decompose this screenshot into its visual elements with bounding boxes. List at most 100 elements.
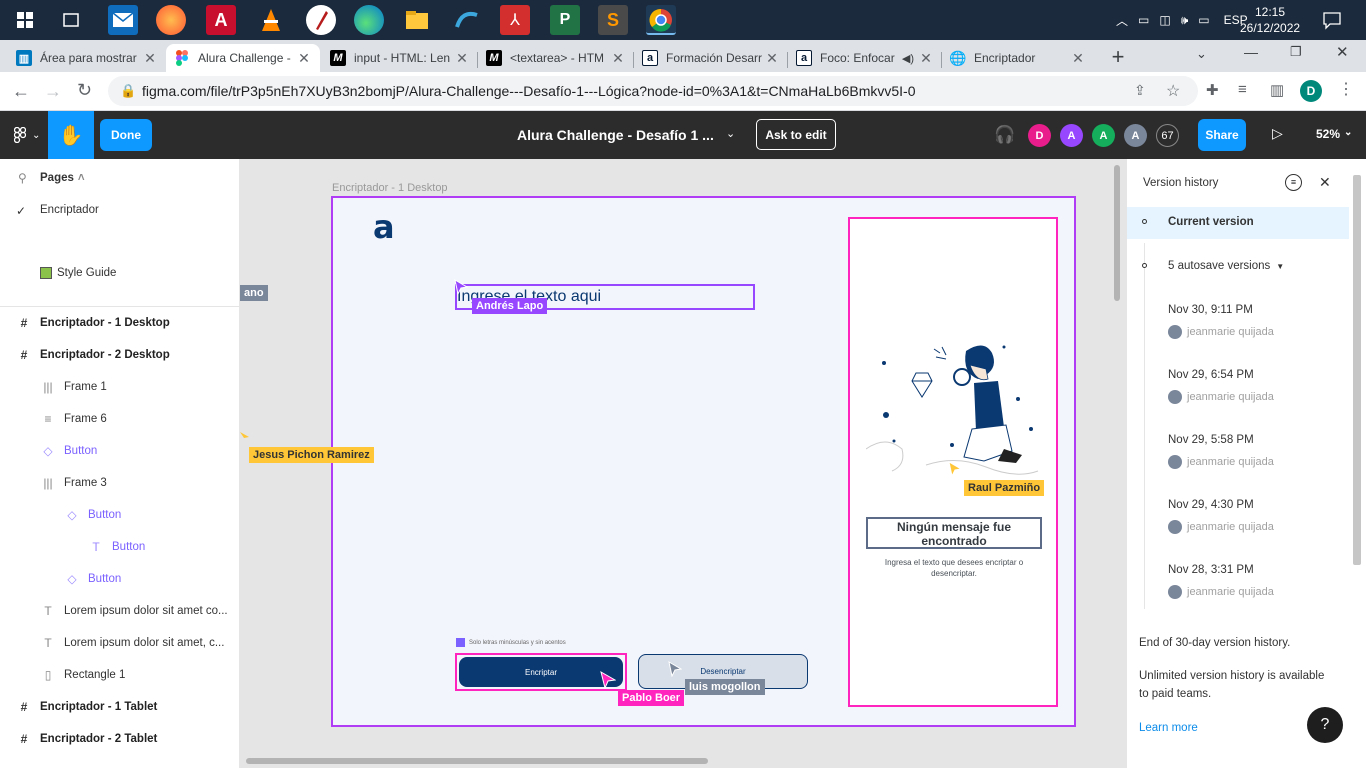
filter-icon[interactable]: ≡ — [1285, 174, 1302, 191]
close-tab-icon[interactable]: ✕ — [1070, 50, 1086, 67]
done-button[interactable]: Done — [100, 119, 152, 151]
lock-icon[interactable]: 🔒 — [120, 83, 136, 99]
tab-figma[interactable]: Alura Challenge - ✕ — [166, 44, 320, 72]
extensions-icon[interactable]: ✚ — [1206, 81, 1219, 99]
zoom-control[interactable]: 52% ⌄ — [1316, 127, 1352, 141]
back-icon[interactable]: ← — [12, 81, 30, 102]
chevron-up-icon[interactable]: ︿ — [1116, 12, 1128, 29]
close-window-icon[interactable]: ✕ — [1336, 43, 1349, 61]
vertical-scrollbar[interactable] — [1114, 165, 1120, 301]
layer-item[interactable]: ◇ Button — [0, 499, 240, 531]
search-icon[interactable]: ⚲ — [18, 171, 27, 185]
file-explorer-icon[interactable] — [402, 5, 432, 35]
media-queue-icon[interactable]: ≡ — [1238, 81, 1247, 98]
autosave-toggle[interactable]: 5 autosave versions ▼ — [1168, 260, 1284, 274]
reload-icon[interactable]: ↻ — [77, 80, 92, 101]
version-item[interactable]: Nov 29, 5:58 PM jeanmarie quijada — [1168, 434, 1274, 469]
collaborator-avatar[interactable]: A — [1124, 124, 1147, 147]
frame-label[interactable]: Encriptador - 1 Desktop — [332, 182, 448, 194]
volume-icon[interactable]: 🕪 — [1181, 13, 1189, 28]
notifications-icon[interactable] — [1322, 10, 1342, 30]
pages-header[interactable]: Pages ˄ — [40, 172, 85, 184]
layer-item[interactable]: T Lorem ipsum dolor sit amet, c... — [0, 627, 240, 659]
version-item[interactable]: Nov 28, 3:31 PM jeanmarie quijada — [1168, 564, 1274, 599]
tab-mdn-textarea[interactable]: M <textarea> - HTM ✕ — [478, 44, 634, 72]
share-button[interactable]: Share — [1198, 119, 1246, 151]
network-icon[interactable]: ▭ — [1138, 13, 1149, 27]
tab-alura-foco[interactable]: a Foco: Enfocar ◀) ✕ — [788, 44, 942, 72]
mail-icon[interactable] — [108, 5, 138, 35]
layer-item[interactable]: # Encriptador - 1 Tablet — [0, 691, 240, 723]
side-panel-icon[interactable]: ▥ — [1270, 81, 1284, 99]
close-tab-icon[interactable]: ✕ — [610, 50, 626, 67]
collaborator-avatar[interactable]: A — [1060, 124, 1083, 147]
layer-item[interactable]: # Encriptador - 2 Desktop — [0, 339, 240, 371]
meeting-icon[interactable]: ◫ — [1159, 13, 1170, 27]
collaborator-avatar[interactable]: D — [1028, 124, 1051, 147]
minimize-icon[interactable]: — — [1244, 44, 1258, 60]
bookmark-star-icon[interactable]: ☆ — [1166, 81, 1180, 101]
close-tab-icon[interactable]: ✕ — [764, 50, 780, 67]
restore-icon[interactable]: ❐ — [1290, 44, 1302, 60]
version-item[interactable]: Nov 29, 4:30 PM jeanmarie quijada — [1168, 499, 1274, 534]
close-icon[interactable]: ✕ — [1319, 174, 1331, 191]
chevron-down-icon[interactable]: ⌄ — [726, 127, 735, 140]
version-item[interactable]: Nov 30, 9:11 PM jeanmarie quijada — [1168, 304, 1274, 339]
access-icon[interactable]: A — [206, 5, 236, 35]
tab-trello[interactable]: ▥ Área para mostrar ✕ — [8, 44, 166, 72]
tab-encriptador[interactable]: 🌐 Encriptador ✕ — [942, 44, 1094, 72]
help-button[interactable]: ? — [1307, 707, 1343, 743]
collaborator-avatar[interactable]: A — [1092, 124, 1115, 147]
close-tab-icon[interactable]: ✕ — [142, 50, 158, 67]
acrobat-icon[interactable]: ⅄ — [500, 5, 530, 35]
layer-item[interactable]: # Encriptador - 1 Desktop — [0, 307, 240, 339]
figma-canvas[interactable]: Encriptador - 1 Desktop a Ingrese el tex… — [240, 159, 1126, 768]
viewer-count[interactable]: 67 — [1156, 124, 1179, 147]
encrypt-button[interactable]: Encriptar — [459, 657, 623, 687]
layer-item[interactable]: ||| Frame 1 — [0, 371, 240, 403]
project-icon[interactable]: P — [550, 5, 580, 35]
page-item-style-guide[interactable]: Style Guide — [40, 267, 116, 279]
layer-item[interactable]: ◇ Button — [0, 435, 240, 467]
main-menu-button[interactable]: ⌄ — [14, 127, 40, 143]
chrome-icon[interactable] — [646, 5, 676, 35]
app-swirl-icon[interactable] — [452, 5, 482, 35]
page-item-encriptador[interactable]: Encriptador — [40, 204, 99, 216]
close-tab-icon[interactable]: ✕ — [918, 50, 934, 67]
desktop-frame[interactable]: a Ingrese el texto aqui Solo letras minú… — [331, 196, 1076, 727]
omnibox[interactable]: 🔒 figma.com/file/trP3p5nEh7XUyB3n2bomjP/… — [108, 76, 1198, 106]
layer-item[interactable]: # Encriptador - 2 Tablet — [0, 723, 240, 755]
share-page-icon[interactable]: ⇪ — [1134, 82, 1146, 99]
firefox-icon[interactable] — [156, 5, 186, 35]
clock[interactable]: 12:15 26/12/2022 — [1240, 4, 1300, 36]
tab-mdn-input[interactable]: M input - HTML: Len ✕ — [322, 44, 478, 72]
panel-scrollbar[interactable] — [1353, 175, 1361, 565]
new-tab-icon[interactable]: + — [1104, 44, 1132, 72]
layer-item[interactable]: ||| Frame 3 — [0, 467, 240, 499]
task-view-icon[interactable] — [56, 5, 86, 35]
vlc-icon[interactable] — [256, 5, 286, 35]
present-play-icon[interactable]: ▷ — [1272, 125, 1283, 142]
profile-avatar[interactable]: D — [1300, 80, 1322, 102]
ask-to-edit-button[interactable]: Ask to edit — [756, 119, 836, 150]
horizontal-scrollbar[interactable] — [246, 758, 708, 764]
close-tab-icon[interactable]: ✕ — [296, 50, 312, 67]
layer-item[interactable]: T Lorem ipsum dolor sit amet co... — [0, 595, 240, 627]
forward-icon[interactable]: → — [44, 81, 62, 102]
current-version-row[interactable]: Current version — [1127, 207, 1349, 239]
tab-search-icon[interactable]: ⌄ — [1196, 46, 1207, 62]
sublime-icon[interactable]: S — [598, 5, 628, 35]
audio-headphones-icon[interactable]: 🎧 — [994, 125, 1015, 145]
close-tab-icon[interactable]: ✕ — [454, 50, 470, 67]
layer-item[interactable]: ◇ Button — [0, 563, 240, 595]
learn-more-link[interactable]: Learn more — [1139, 722, 1198, 734]
tab-alura-formacion[interactable]: a Formación Desarr ✕ — [634, 44, 788, 72]
edge-icon[interactable] — [354, 5, 384, 35]
audio-playing-icon[interactable]: ◀) — [902, 52, 914, 65]
chrome-menu-icon[interactable]: ⋮ — [1338, 79, 1354, 99]
layer-item[interactable]: ▯ Rectangle 1 — [0, 659, 240, 691]
layer-item[interactable]: ≡ Frame 6 — [0, 403, 240, 435]
windows-start-icon[interactable] — [10, 5, 40, 35]
quill-icon[interactable] — [306, 5, 336, 35]
hand-tool-icon[interactable]: ✋ — [48, 111, 94, 159]
